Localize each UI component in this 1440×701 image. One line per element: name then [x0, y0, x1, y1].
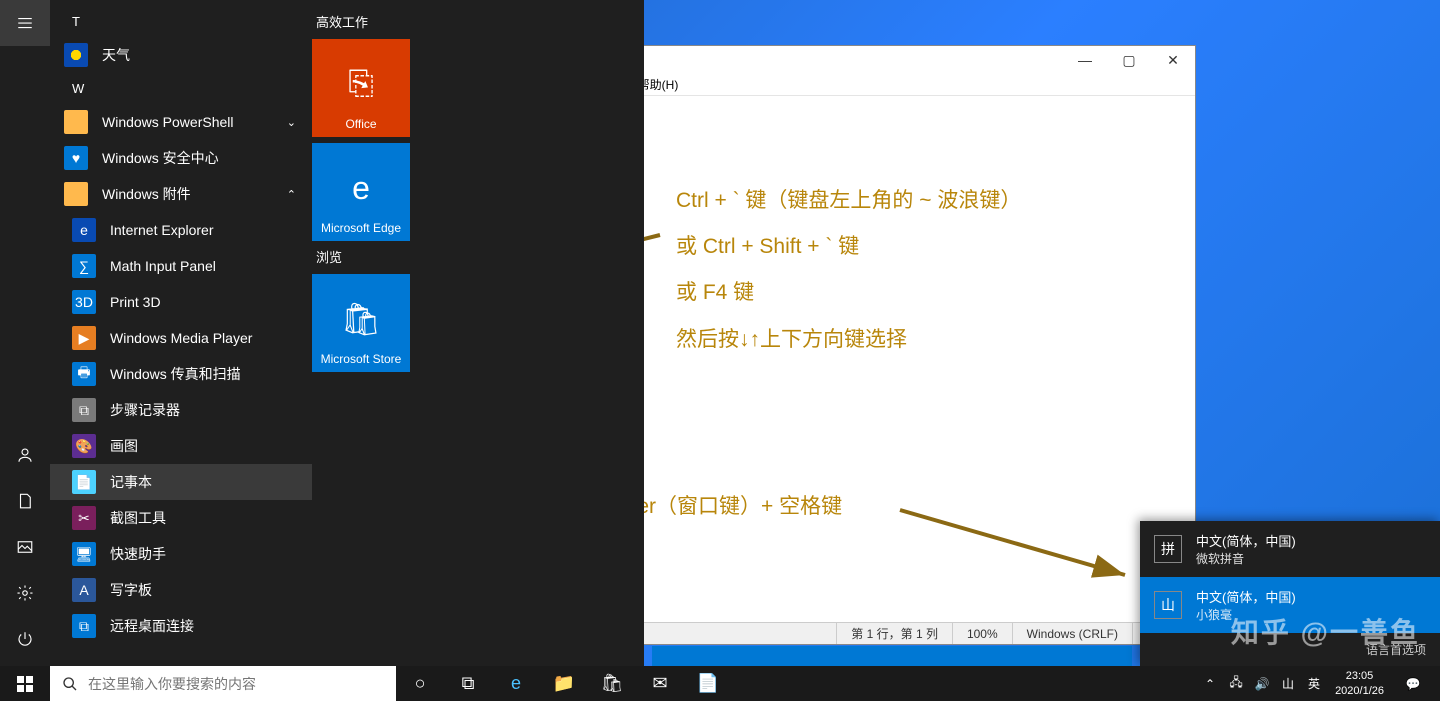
app-list[interactable]: T 天气 W Windows PowerShell⌄ ♥Windows 安全中心…	[50, 0, 312, 666]
hamburger-icon[interactable]	[0, 0, 50, 46]
system-tray: ⌃ 🖧 🔊 山 英 23:05 2020/1/26 💬	[1197, 666, 1440, 701]
minimize-button[interactable]: —	[1063, 46, 1107, 74]
documents-icon[interactable]	[0, 478, 50, 524]
maximize-button[interactable]: ▢	[1107, 46, 1151, 74]
wmp-icon: ▶	[72, 326, 96, 350]
lang-item-weasel[interactable]: 山 中文(简体，中国)小狼毫	[1140, 577, 1440, 633]
tb-mail-icon[interactable]: ✉	[636, 666, 684, 701]
language-flyout: 拼 中文(简体，中国)微软拼音 山 中文(简体，中国)小狼毫 语言首选项	[1140, 521, 1440, 666]
folder-icon	[64, 110, 88, 134]
tb-explorer-icon[interactable]: 📁	[540, 666, 588, 701]
task-view-icon[interactable]: ⧉	[444, 666, 492, 701]
settings-icon[interactable]	[0, 570, 50, 616]
notepad-icon: 📄	[72, 470, 96, 494]
app-wordpad[interactable]: A写字板	[50, 572, 312, 608]
search-input[interactable]	[88, 676, 384, 692]
chevron-down-icon: ⌄	[287, 116, 296, 129]
app-print3d[interactable]: 3DPrint 3D	[50, 284, 312, 320]
paint-icon: 🎨	[72, 434, 96, 458]
tile-office[interactable]: ⎘Office	[312, 39, 410, 137]
status-pos: 第 1 行，第 1 列	[836, 623, 952, 644]
action-center-icon[interactable]: 💬	[1392, 677, 1434, 691]
app-notepad[interactable]: 📄记事本	[50, 464, 312, 500]
app-math[interactable]: ∑Math Input Panel	[50, 248, 312, 284]
app-wmp[interactable]: ▶Windows Media Player	[50, 320, 312, 356]
rdp-icon: ⧉	[72, 614, 96, 638]
annotation-block-1: Ctrl + ` 键（键盘左上角的 ~ 波浪键） 或 Ctrl + Shift …	[676, 178, 1021, 363]
tray-ime-mode-icon[interactable]: 英	[1301, 666, 1327, 701]
status-zoom: 100%	[952, 623, 1012, 644]
lang-item-ms-pinyin[interactable]: 拼 中文(简体，中国)微软拼音	[1140, 521, 1440, 577]
store-icon: 🛍	[341, 300, 382, 338]
folder-accessories[interactable]: Windows 附件⌃	[50, 176, 312, 212]
tb-store-icon[interactable]: 🛍	[588, 666, 636, 701]
snip-icon: ✂	[72, 506, 96, 530]
pictures-icon[interactable]	[0, 524, 50, 570]
tile-store[interactable]: 🛍Microsoft Store	[312, 274, 410, 372]
background-window-strip	[652, 646, 1132, 666]
app-security[interactable]: ♥Windows 安全中心	[50, 140, 312, 176]
letter-w[interactable]: W	[50, 73, 312, 104]
tray-chevron-icon[interactable]: ⌃	[1197, 666, 1223, 701]
app-paint[interactable]: 🎨画图	[50, 428, 312, 464]
lang-preferences-link[interactable]: 语言首选项	[1140, 633, 1440, 666]
tb-edge-icon[interactable]: e	[492, 666, 540, 701]
app-weather[interactable]: 天气	[50, 37, 312, 73]
folder-powershell[interactable]: Windows PowerShell⌄	[50, 104, 312, 140]
tray-ime-icon[interactable]: 山	[1275, 666, 1301, 701]
ie-icon: e	[72, 218, 96, 242]
close-button[interactable]: ✕	[1151, 46, 1195, 74]
start-button[interactable]	[0, 666, 50, 701]
app-fax[interactable]: 🖶Windows 传真和扫描	[50, 356, 312, 392]
user-icon[interactable]	[0, 432, 50, 478]
start-rail	[0, 0, 50, 666]
app-quick[interactable]: 🖥快速助手	[50, 536, 312, 572]
app-snip[interactable]: ✂截图工具	[50, 500, 312, 536]
folder-icon	[64, 182, 88, 206]
tray-network-icon[interactable]: 🖧	[1223, 666, 1249, 701]
cortana-icon[interactable]: ○	[396, 666, 444, 701]
fax-icon: 🖶	[72, 362, 96, 386]
group-browse[interactable]: 浏览	[312, 241, 638, 274]
tray-volume-icon[interactable]: 🔊	[1249, 666, 1275, 701]
app-rdp[interactable]: ⧉远程桌面连接	[50, 608, 312, 644]
taskbar-search[interactable]	[50, 666, 396, 701]
wordpad-icon: A	[72, 578, 96, 602]
tb-notepad-icon[interactable]: 📄	[684, 666, 732, 701]
app-steps[interactable]: ⧉步骤记录器	[50, 392, 312, 428]
quick-icon: 🖥	[72, 542, 96, 566]
shield-icon: ♥	[64, 146, 88, 170]
search-icon	[62, 676, 78, 692]
taskbar: ○ ⧉ e 📁 🛍 ✉ 📄 ⌃ 🖧 🔊 山 英 23:05 2020/1/26 …	[0, 666, 1440, 701]
edge-icon: e	[352, 170, 370, 207]
math-icon: ∑	[72, 254, 96, 278]
power-icon[interactable]	[0, 616, 50, 662]
weather-icon	[64, 43, 88, 67]
group-productivity[interactable]: 高效工作	[312, 6, 638, 39]
lang-badge-2: 山	[1154, 591, 1182, 619]
tile-edge[interactable]: eMicrosoft Edge	[312, 143, 410, 241]
office-icon: ⎘	[348, 65, 374, 103]
status-eol: Windows (CRLF)	[1012, 623, 1132, 644]
chevron-up-icon: ⌃	[287, 188, 296, 201]
steps-icon: ⧉	[72, 398, 96, 422]
start-menu: T 天气 W Windows PowerShell⌄ ♥Windows 安全中心…	[0, 0, 644, 666]
print3d-icon: 3D	[72, 290, 96, 314]
taskbar-clock[interactable]: 23:05 2020/1/26	[1327, 669, 1392, 698]
lang-badge-1: 拼	[1154, 535, 1182, 563]
letter-t[interactable]: T	[50, 6, 312, 37]
tile-area: 高效工作 ⎘Office eMicrosoft Edge 浏览 🛍Microso…	[312, 0, 644, 666]
app-ie[interactable]: eInternet Explorer	[50, 212, 312, 248]
